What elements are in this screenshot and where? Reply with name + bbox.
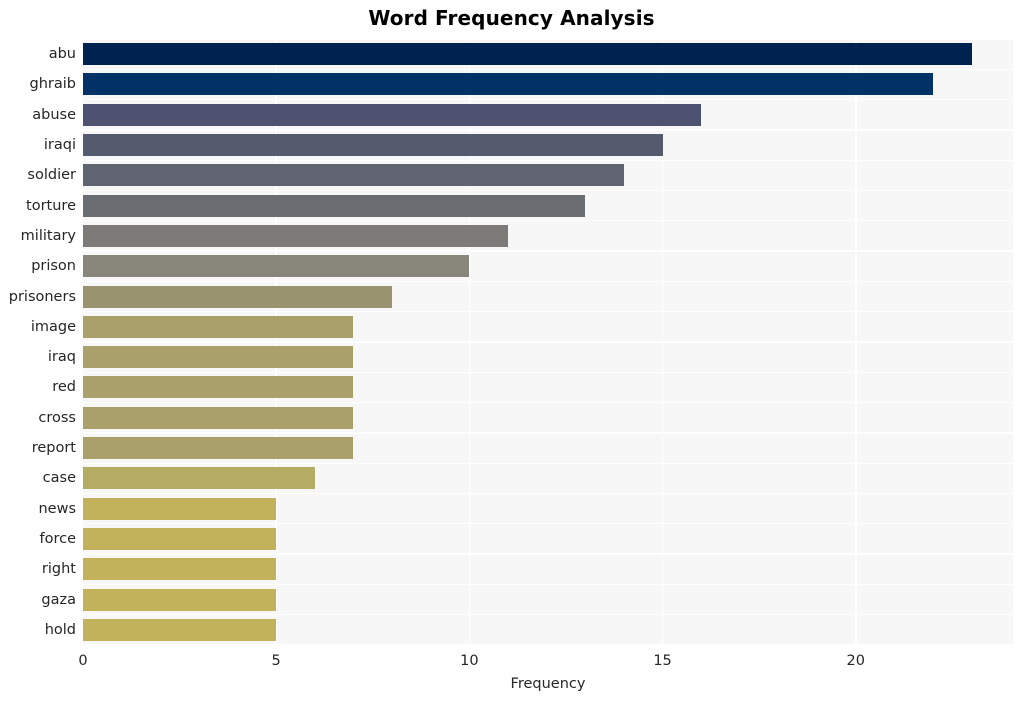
bar [83, 497, 277, 520]
gridline-horizontal [83, 98, 1013, 101]
y-tick-label: abuse [32, 106, 76, 123]
gridline-horizontal [83, 129, 1013, 131]
x-tick-label: 10 [460, 653, 479, 669]
gridline-horizontal [83, 583, 1013, 586]
gridline-horizontal [83, 159, 1013, 161]
gridline-horizontal [83, 371, 1013, 373]
chart-title: Word Frequency Analysis [368, 6, 655, 30]
x-axis-title: Frequency [510, 676, 586, 692]
bar [83, 103, 702, 126]
y-tick-label: prisoners [8, 288, 76, 305]
chart-figure: Word Frequency Analysis abu ghraib abuse ir… [0, 0, 1023, 701]
gridline-horizontal [83, 341, 1013, 343]
gridline-horizontal [83, 432, 1013, 434]
y-tick-label: hold [44, 621, 76, 638]
bar [83, 255, 470, 278]
gridline-horizontal [83, 462, 1013, 464]
bar [83, 43, 972, 66]
y-tick-label: ghraib [29, 76, 76, 93]
y-tick-label: case [42, 470, 76, 487]
y-tick-label: prison [31, 258, 76, 275]
y-tick-label: gaza [41, 591, 76, 608]
x-axis: 0 5 10 15 20 Frequency [0, 645, 1023, 701]
gridline-horizontal [83, 401, 1013, 404]
bar [83, 558, 277, 581]
y-tick-label: right [41, 561, 76, 578]
gridline-horizontal [83, 492, 1013, 495]
plot-area [83, 39, 1013, 645]
bar [83, 346, 354, 369]
y-tick-label: report [31, 440, 76, 457]
gridline-vertical [661, 39, 664, 645]
gridline-horizontal [83, 523, 1013, 525]
gridline-vertical [854, 39, 857, 645]
y-tick-label: military [20, 227, 76, 244]
x-tick-label: 20 [846, 653, 865, 669]
y-tick-label: iraq [47, 349, 76, 366]
gridline-horizontal [83, 189, 1013, 192]
bar [83, 285, 393, 308]
y-tick-label: abu [48, 46, 76, 63]
gridline-vertical [275, 39, 277, 645]
y-tick-label: image [30, 318, 76, 335]
gridline-vertical [468, 39, 471, 645]
y-axis: abu ghraib abuse iraqi soldier torture militar… [0, 39, 76, 645]
bar [83, 194, 586, 217]
x-tick-label: 5 [271, 653, 281, 669]
bar [83, 527, 277, 550]
bar [83, 134, 663, 157]
bar [83, 224, 508, 247]
y-tick-label: news [38, 500, 76, 517]
bar [83, 467, 315, 490]
bar [83, 437, 354, 460]
bar [83, 588, 277, 611]
x-tick-label: 15 [653, 653, 672, 669]
bar [83, 73, 934, 96]
gridline-horizontal [83, 311, 1013, 313]
bar [83, 164, 624, 187]
y-tick-label: red [52, 379, 76, 396]
gridline-horizontal [83, 39, 1013, 40]
gridline-horizontal [83, 614, 1013, 616]
gridline-horizontal [83, 553, 1013, 555]
gridline-horizontal [83, 250, 1013, 252]
y-tick-label: iraqi [43, 137, 76, 154]
bar [83, 406, 354, 429]
bar [83, 376, 354, 399]
gridline-horizontal [83, 220, 1013, 222]
gridline-horizontal [83, 280, 1013, 283]
y-tick-label: torture [26, 197, 76, 214]
x-tick-label: 0 [78, 653, 88, 669]
bar [83, 315, 354, 338]
y-tick-label: force [39, 530, 76, 547]
y-tick-label: soldier [27, 167, 76, 184]
bar [83, 618, 277, 641]
y-tick-label: cross [38, 409, 76, 426]
gridline-horizontal [83, 68, 1013, 70]
